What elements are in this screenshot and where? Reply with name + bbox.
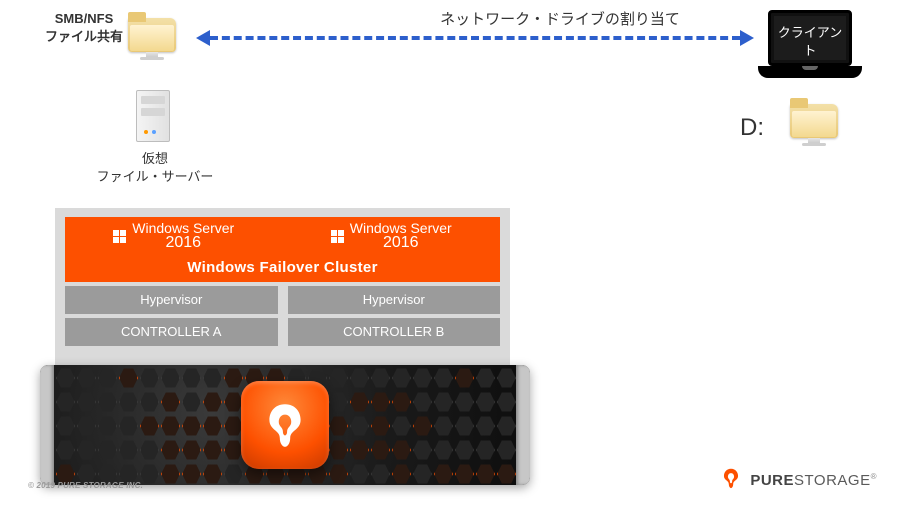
virtual-server-label: 仮想 ファイル・サーバー xyxy=(80,150,230,185)
controller-row: CONTROLLER A CONTROLLER B xyxy=(65,318,500,346)
hypervisor-row: Hypervisor Hypervisor xyxy=(65,286,500,314)
ws-left-year: 2016 xyxy=(132,235,234,251)
windows-logo-icon xyxy=(113,230,126,243)
ws-left-text: Windows Server xyxy=(132,221,234,235)
cluster-title: Windows Failover Cluster xyxy=(65,255,500,282)
ctrl-left: CONTROLLER A xyxy=(65,318,278,346)
network-drive-label: ネットワーク・ドライブの割り当て xyxy=(385,10,735,30)
smb-label: SMB/NFS ファイル共有 xyxy=(24,10,144,45)
smb-block: SMB/NFS ファイル共有 xyxy=(24,10,144,45)
drive-letter: D: xyxy=(740,112,764,144)
brand-storage: STORAGE xyxy=(794,472,871,489)
brand-pure: PURE xyxy=(750,472,794,489)
arrow-right-icon xyxy=(740,30,754,46)
hyp-right: Hypervisor xyxy=(288,286,501,314)
arrow-left-icon xyxy=(196,30,210,46)
ws-right-text: Windows Server xyxy=(350,221,452,235)
smb-folder-icon xyxy=(128,14,176,58)
ctrl-right: CONTROLLER B xyxy=(288,318,501,346)
flasharray-appliance xyxy=(40,365,530,485)
server-icon xyxy=(136,90,170,142)
client-label: クライアント xyxy=(772,24,848,59)
pure-logo-icon xyxy=(720,467,742,494)
ws-right-year: 2016 xyxy=(350,235,452,251)
cluster-orange: Windows Server 2016 Windows Server 2016 … xyxy=(65,217,500,282)
windows-server-row: Windows Server 2016 Windows Server 2016 xyxy=(65,217,500,255)
dashed-connector xyxy=(210,36,740,40)
ws-right: Windows Server 2016 xyxy=(283,217,501,255)
cluster-block: Windows Server 2016 Windows Server 2016 … xyxy=(55,208,510,368)
ws-left: Windows Server 2016 xyxy=(65,217,283,255)
copyright: © 2019 PURE STORAGE INC. xyxy=(28,481,143,490)
brand-text: PURESTORAGE® xyxy=(750,472,877,489)
windows-logo-icon xyxy=(331,230,344,243)
purestorage-brand: PURESTORAGE® xyxy=(720,467,877,494)
pure-logo-badge-icon xyxy=(241,381,329,469)
d-drive-folder-icon xyxy=(790,100,838,144)
hyp-left: Hypervisor xyxy=(65,286,278,314)
